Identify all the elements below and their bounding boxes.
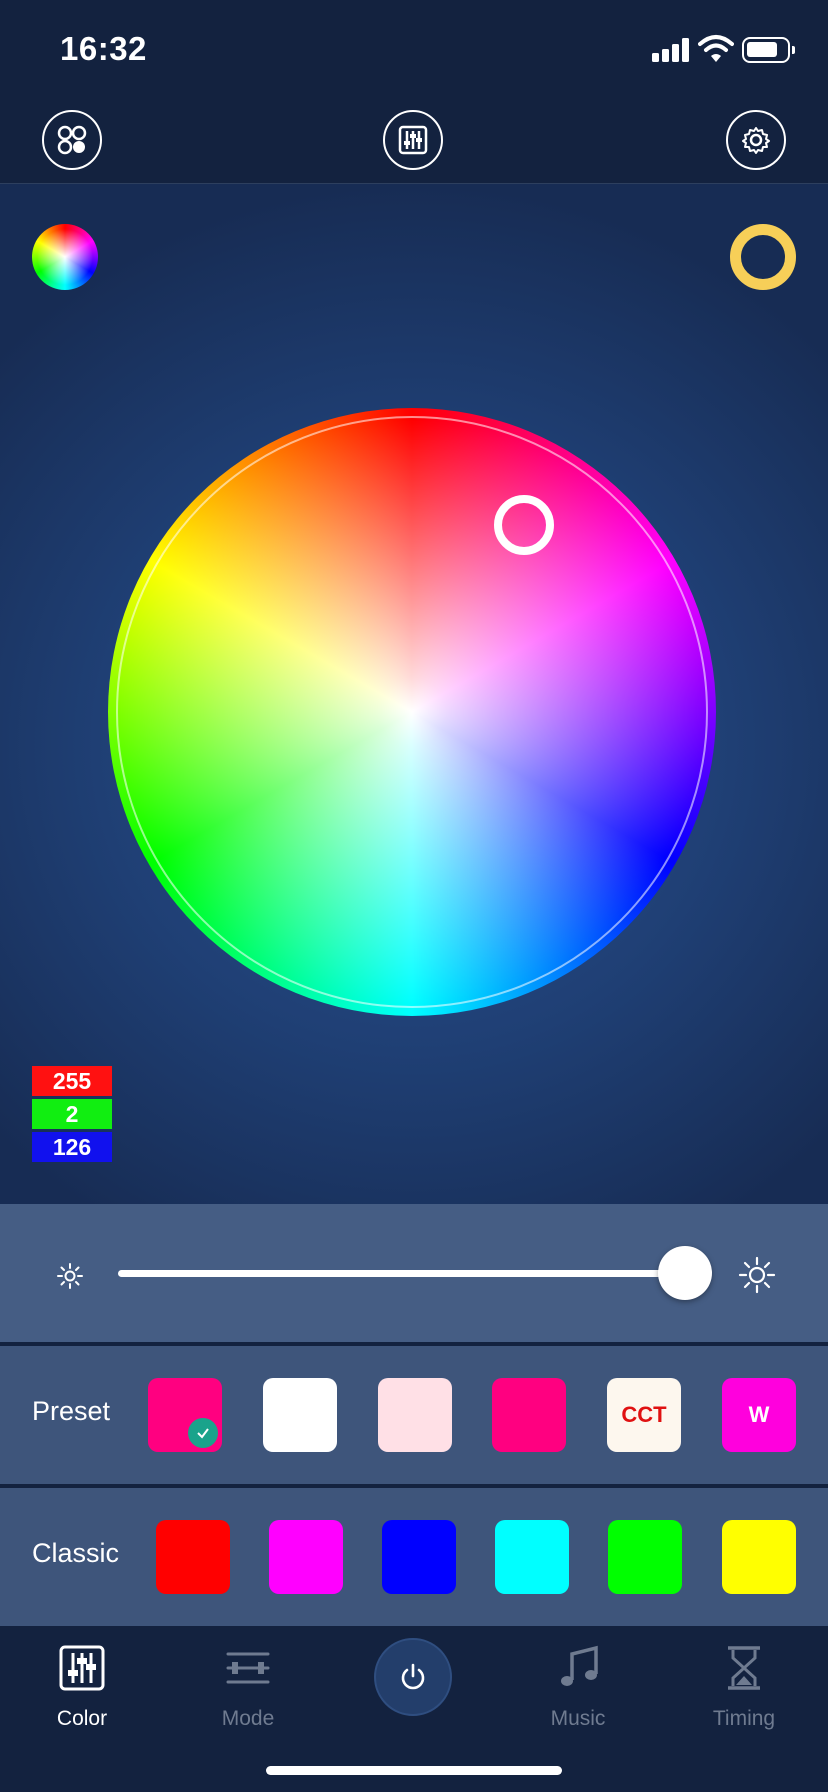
equalizer-button[interactable] <box>383 110 443 170</box>
wifi-icon <box>698 35 734 62</box>
tab-timing-label: Timing <box>712 1707 776 1730</box>
preset-label: Preset <box>32 1396 111 1426</box>
tab-color-label: Color <box>56 1707 108 1730</box>
green-value: 2 <box>32 1099 112 1129</box>
preset-cct-button[interactable]: CCT <box>607 1378 681 1452</box>
sliders-icon <box>59 1645 105 1691</box>
grid-circles-icon <box>57 125 87 155</box>
mode-lines-icon <box>226 1652 270 1684</box>
gear-icon <box>742 127 770 154</box>
brightness-slider-handle[interactable] <box>658 1246 712 1300</box>
tab-music-label: Music <box>550 1707 606 1730</box>
color-picker-handle[interactable] <box>494 495 554 555</box>
classic-swatch-magenta[interactable] <box>269 1520 343 1594</box>
preset-swatch-4[interactable] <box>492 1378 566 1452</box>
brightness-high-icon <box>738 1256 776 1294</box>
sliders-icon <box>398 125 428 155</box>
classic-swatch-green[interactable] <box>608 1520 682 1594</box>
warm-white-ring-icon[interactable] <box>730 224 796 290</box>
color-wheel[interactable] <box>108 408 716 1016</box>
preset-swatch-1[interactable] <box>148 1378 222 1452</box>
status-time: 16:32 <box>60 30 147 67</box>
color-wheel-rim <box>116 416 708 1008</box>
hourglass-icon <box>728 1646 760 1690</box>
brightness-panel <box>0 1204 828 1342</box>
music-note-icon <box>561 1645 598 1686</box>
scenes-button[interactable] <box>42 110 102 170</box>
classic-swatch-blue[interactable] <box>382 1520 456 1594</box>
brightness-track[interactable] <box>118 1270 688 1277</box>
preset-white-button[interactable]: W <box>722 1378 796 1452</box>
classic-swatch-red[interactable] <box>156 1520 230 1594</box>
cellular-signal-icon <box>652 38 692 62</box>
red-value: 255 <box>32 1066 112 1096</box>
top-toolbar <box>0 96 828 184</box>
tab-bar: Color Mode Music Timing <box>0 1626 828 1792</box>
blue-value: 126 <box>32 1132 112 1162</box>
power-button[interactable] <box>374 1638 452 1716</box>
home-indicator[interactable] <box>266 1766 562 1775</box>
preset-swatch-2[interactable] <box>263 1378 337 1452</box>
tab-music[interactable]: Music <box>518 1644 638 1734</box>
tab-mode[interactable]: Mode <box>188 1644 308 1734</box>
preset-row: Preset CCT W <box>0 1346 828 1484</box>
tab-color[interactable]: Color <box>22 1644 142 1734</box>
status-bar: 16:32 <box>0 0 828 96</box>
tab-timing[interactable]: Timing <box>684 1644 804 1734</box>
color-wheel-mode-icon[interactable] <box>32 224 98 290</box>
classic-row: Classic <box>0 1488 828 1626</box>
preset-swatch-3[interactable] <box>378 1378 452 1452</box>
tab-mode-label: Mode <box>221 1707 275 1730</box>
classic-label: Classic <box>32 1538 120 1568</box>
brightness-low-icon <box>57 1263 83 1289</box>
check-icon <box>188 1418 218 1448</box>
color-area: 255 2 126 <box>0 184 828 1204</box>
classic-swatch-cyan[interactable] <box>495 1520 569 1594</box>
classic-swatch-yellow[interactable] <box>722 1520 796 1594</box>
settings-button[interactable] <box>726 110 786 170</box>
battery-icon <box>742 37 795 63</box>
power-icon <box>401 1663 425 1690</box>
